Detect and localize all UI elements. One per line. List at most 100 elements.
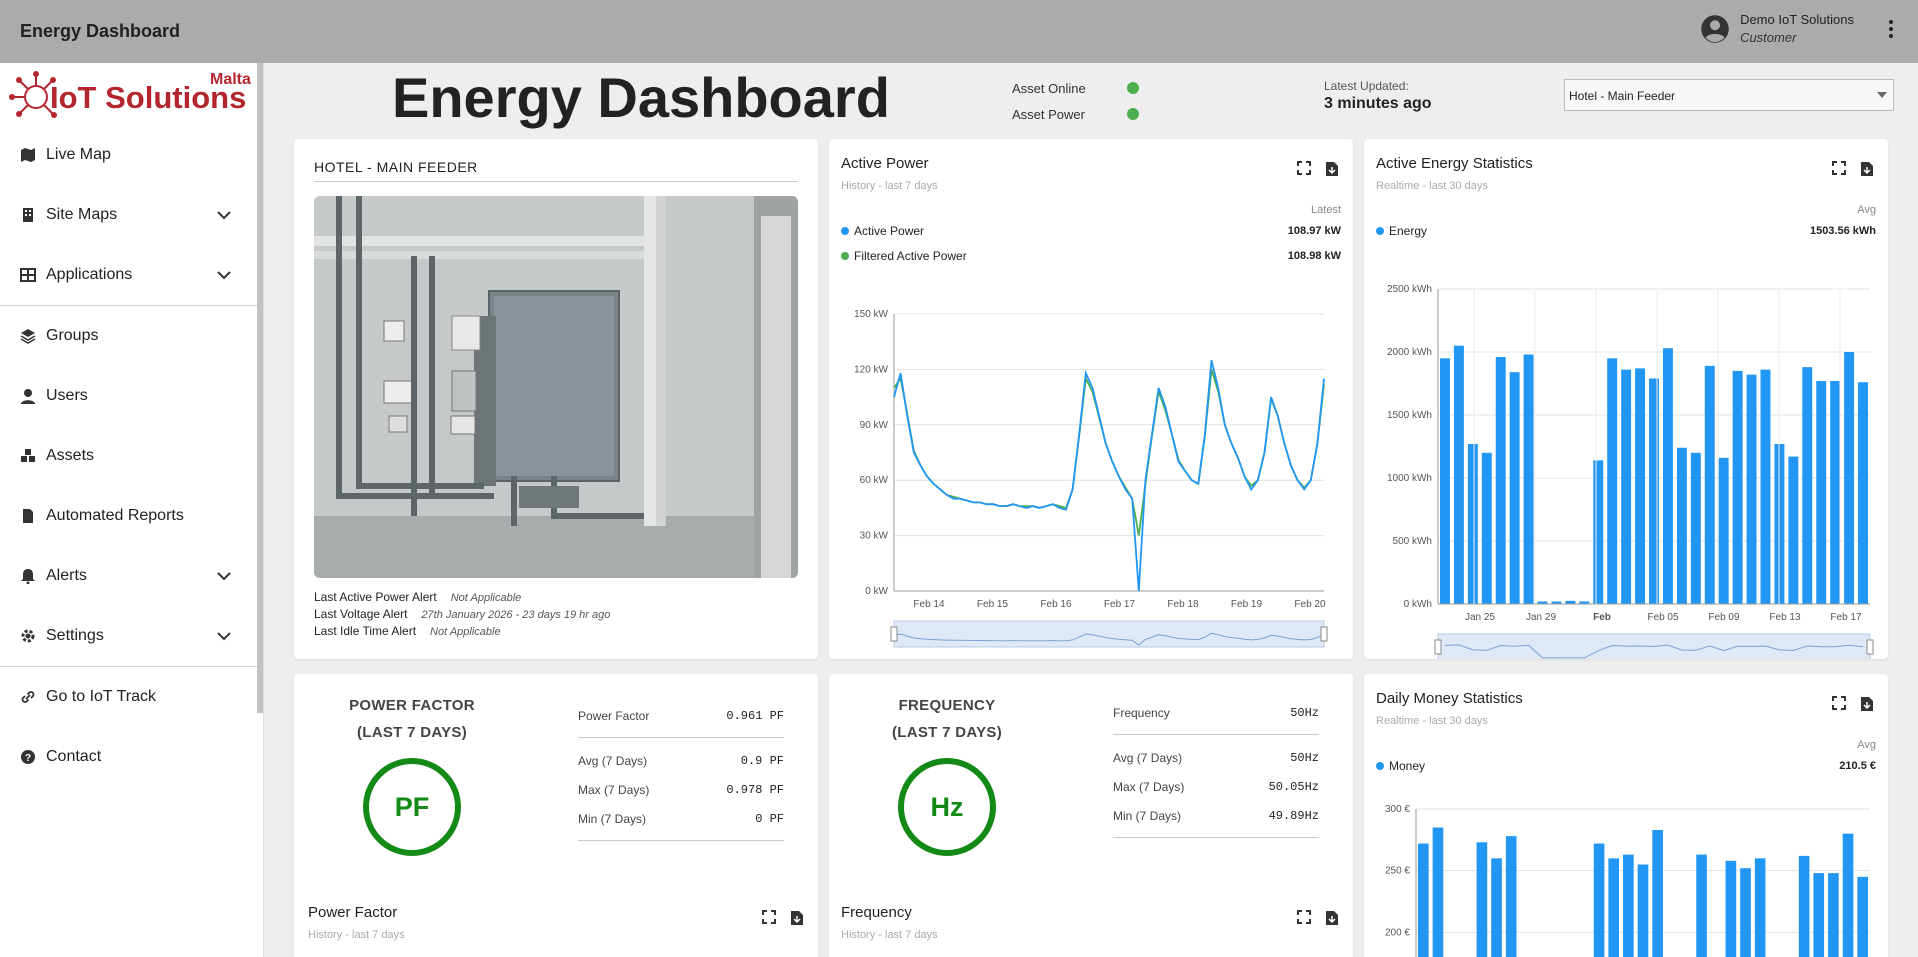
sidebar-item-settings[interactable]: Settings: [0, 606, 263, 666]
bar[interactable]: [1453, 345, 1464, 604]
sidebar-item-assets[interactable]: Assets: [0, 426, 263, 486]
bar[interactable]: [1440, 358, 1450, 604]
energy-bar-chart[interactable]: 0 kWh 500 kWh 1000 kWh 1500 kWh 2000 kWh 2500…: [1368, 259, 1878, 659]
bar[interactable]: [1593, 460, 1604, 604]
bar[interactable]: [1842, 833, 1854, 957]
sidebar-item-applications[interactable]: Applications: [0, 245, 263, 305]
bar[interactable]: [1802, 367, 1813, 604]
feeder-photo[interactable]: [314, 196, 798, 578]
bar[interactable]: [1491, 858, 1502, 957]
user-menu[interactable]: Demo IoT Solutions Customer: [1700, 12, 1884, 45]
bar[interactable]: [1830, 380, 1841, 604]
bar[interactable]: [1593, 843, 1605, 957]
bar[interactable]: [1704, 365, 1715, 604]
x-tick-label: Feb 14: [913, 599, 945, 610]
sidebar-item-contact[interactable]: ? Contact: [0, 727, 263, 787]
bar[interactable]: [1857, 876, 1868, 957]
divider: [578, 737, 784, 738]
sidebar-item-site-maps[interactable]: Site Maps: [0, 185, 263, 245]
active-power-chart[interactable]: 0 kW 30 kW 60 kW 90 kW 120 kW 150 kW Feb 14 Feb…: [839, 299, 1339, 669]
bar[interactable]: [1746, 374, 1757, 604]
sidebar-item-groups[interactable]: Groups: [0, 306, 263, 366]
bar[interactable]: [1696, 854, 1707, 957]
bar[interactable]: [1858, 382, 1868, 604]
bar[interactable]: [1481, 452, 1492, 604]
range-navigator[interactable]: [893, 620, 1325, 648]
bar[interactable]: [1725, 860, 1737, 957]
fullscreen-icon[interactable]: [762, 910, 776, 924]
alert-value: 27th January 2026 - 23 days 19 hr ago: [421, 609, 611, 621]
export-file-icon[interactable]: [1325, 910, 1339, 926]
bar[interactable]: [1495, 357, 1506, 604]
bar[interactable]: [1740, 868, 1751, 957]
chevron-down-icon[interactable]: [217, 207, 231, 225]
range-handle-left[interactable]: [1434, 639, 1442, 655]
bar[interactable]: [1418, 843, 1429, 957]
bar[interactable]: [1844, 352, 1855, 604]
bar[interactable]: [1637, 864, 1649, 957]
bar[interactable]: [1732, 370, 1743, 604]
more-vert-icon[interactable]: [1888, 20, 1894, 40]
export-file-icon[interactable]: [1860, 161, 1874, 177]
fullscreen-icon[interactable]: [1297, 910, 1311, 924]
bar[interactable]: [1607, 358, 1618, 604]
stat-row: Frequency 50Hz: [1113, 698, 1319, 727]
sidebar-item-automated-reports[interactable]: Automated Reports: [0, 486, 263, 546]
bar[interactable]: [1798, 855, 1810, 957]
y-tick-label: 200 €: [1385, 927, 1410, 938]
bar[interactable]: [1635, 368, 1646, 604]
fullscreen-icon[interactable]: [1832, 696, 1846, 710]
bar[interactable]: [1467, 443, 1478, 604]
chevron-down-icon[interactable]: [217, 628, 231, 646]
chevron-down-icon[interactable]: [217, 267, 231, 285]
legend-name: Energy: [1389, 223, 1428, 238]
range-handle-right[interactable]: [1320, 626, 1328, 642]
bar[interactable]: [1813, 873, 1825, 957]
legend-item[interactable]: Money 210.5 €: [1376, 753, 1876, 778]
y-tick-label: 60 kW: [860, 475, 889, 486]
bar[interactable]: [1608, 858, 1620, 957]
export-file-icon[interactable]: [790, 910, 804, 926]
sidebar-item-go-to-iot-track[interactable]: Go to IoT Track: [0, 667, 263, 727]
export-file-icon[interactable]: [1325, 161, 1339, 177]
fullscreen-icon[interactable]: [1832, 161, 1846, 175]
bar[interactable]: [1662, 348, 1673, 604]
bar[interactable]: [1690, 452, 1701, 604]
bar[interactable]: [1828, 873, 1839, 957]
bar[interactable]: [1788, 456, 1799, 604]
bar[interactable]: [1754, 858, 1766, 957]
chevron-down-icon[interactable]: [217, 568, 231, 586]
bar[interactable]: [1816, 380, 1827, 604]
legend-item[interactable]: Energy 1503.56 kWh: [1376, 218, 1876, 243]
legend-item[interactable]: Filtered Active Power 108.98 kW: [841, 243, 1341, 268]
stat-label: Avg (7 Days): [1113, 750, 1183, 765]
bar[interactable]: [1505, 836, 1517, 957]
bar[interactable]: [1509, 372, 1520, 604]
bar[interactable]: [1623, 854, 1634, 957]
export-file-icon[interactable]: [1860, 696, 1874, 712]
sidebar-item-alerts[interactable]: Alerts: [0, 546, 263, 606]
bar[interactable]: [1718, 457, 1729, 604]
bar[interactable]: [1432, 827, 1444, 957]
y-tick-label: 0 kW: [865, 586, 888, 597]
money-bar-chart[interactable]: 200 € 250 € 300 €: [1368, 799, 1878, 957]
sidebar-item-label: Site Maps: [46, 206, 118, 223]
range-handle-left[interactable]: [890, 626, 898, 642]
sidebar-item-live-map[interactable]: Live Map: [0, 125, 263, 185]
sidebar-scrollbar[interactable]: [257, 63, 263, 713]
bar[interactable]: [1621, 369, 1632, 604]
x-tick-label: Feb 13: [1769, 612, 1801, 623]
user-icon: [20, 388, 36, 404]
fullscreen-icon[interactable]: [1297, 161, 1311, 175]
legend-item[interactable]: Active Power 108.97 kW: [841, 218, 1341, 243]
series-line-active-power[interactable]: [893, 359, 1325, 592]
bar[interactable]: [1760, 369, 1771, 604]
range-handle-right[interactable]: [1866, 639, 1874, 655]
bar[interactable]: [1676, 447, 1687, 604]
sidebar-item-users[interactable]: Users: [0, 366, 263, 426]
bar[interactable]: [1476, 842, 1488, 957]
asset-select[interactable]: Hotel - Main Feeder: [1564, 79, 1894, 111]
company-logo[interactable]: IoT Solutions Malta: [0, 63, 263, 125]
bar[interactable]: [1652, 829, 1663, 957]
bar[interactable]: [1523, 354, 1534, 604]
